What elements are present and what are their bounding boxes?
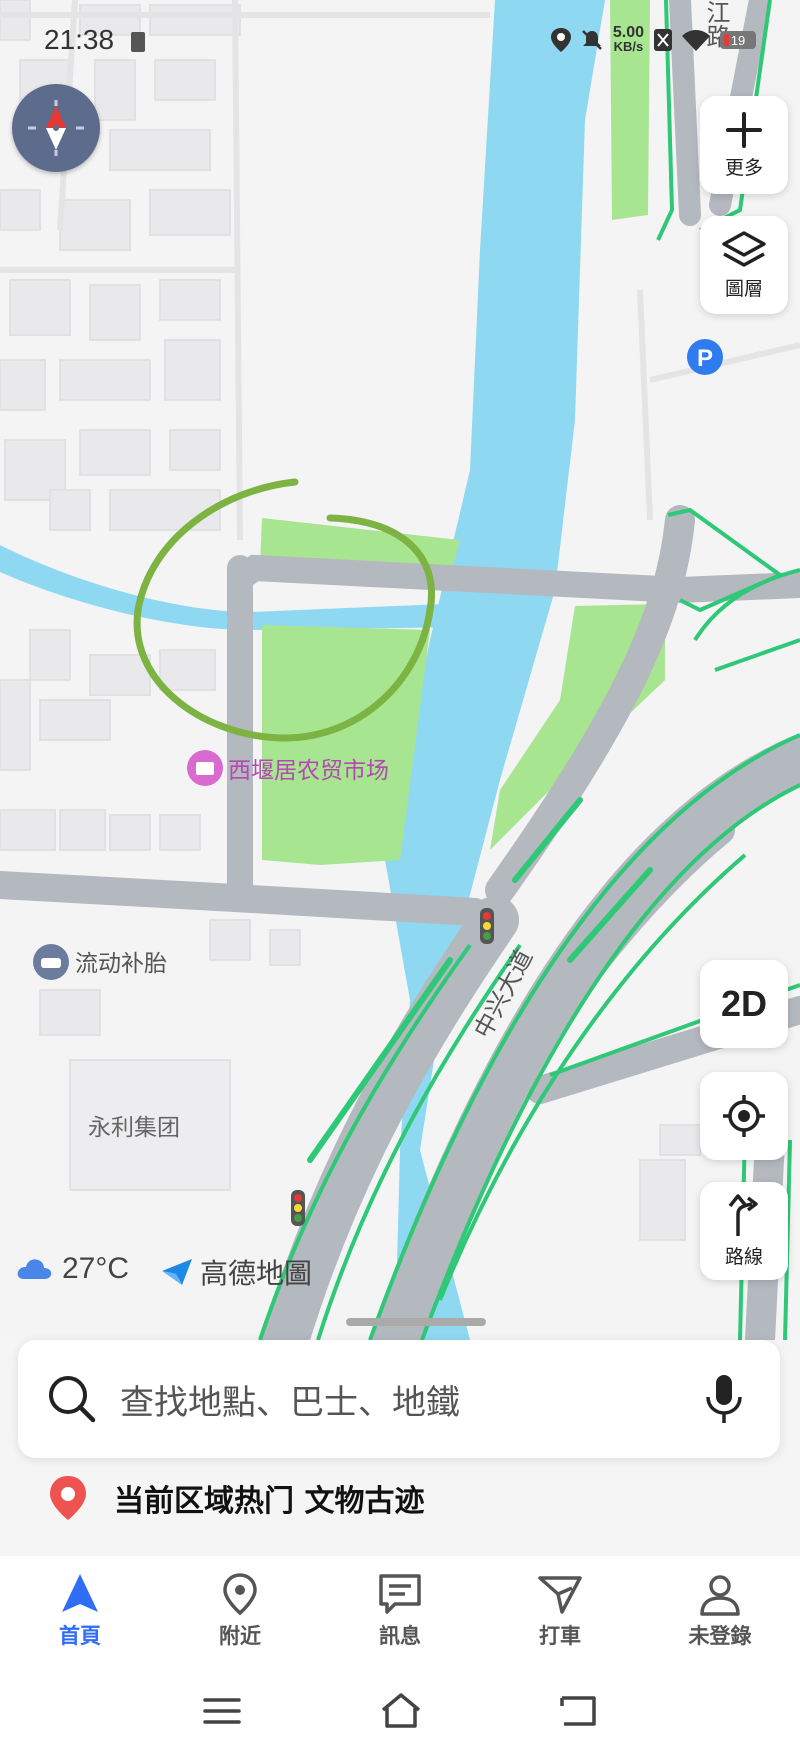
nav-taxi[interactable]: 打車 [480,1556,640,1666]
battery-level: 19 [730,32,746,48]
system-menu-button[interactable] [197,1686,247,1736]
microphone-icon[interactable] [704,1373,744,1425]
group-label[interactable]: 永利集团 [88,1115,180,1141]
locate-button[interactable] [700,1072,788,1160]
location-pin-icon [223,1573,257,1616]
market-poi-icon[interactable] [187,750,223,786]
plus-icon [726,111,762,148]
route-label: 路線 [724,1245,763,1268]
more-button[interactable]: 更多 [700,96,788,194]
parking-icon[interactable]: P [687,339,723,375]
locate-icon [723,1095,765,1137]
system-home-button[interactable] [376,1686,426,1736]
battery-saver-icon [131,32,145,52]
view-mode-label: 2D [720,983,768,1024]
layers-label: 圖層 [724,277,763,300]
sim-off-icon [654,29,672,51]
cloud-icon [17,1259,52,1279]
mute-icon [581,30,602,50]
search-placeholder[interactable]: 查找地點、巴士、地鐵 [120,1375,704,1424]
nav-profile-label: 未登錄 [688,1624,752,1648]
traffic-light-icon [480,908,494,944]
nav-home-label: 首頁 [59,1624,101,1648]
market-label[interactable]: 西堰居农贸市场 [228,758,389,784]
temperature: 27°C [62,1252,130,1285]
more-label: 更多 [724,156,763,179]
wifi-icon [682,30,710,51]
hot-region-text: 当前区域热门 文物古迹 [114,1484,425,1519]
location-status-icon [550,28,571,52]
amap-logo-text: 高德地圖 [200,1257,313,1290]
traffic-light-icon [291,1190,305,1226]
nav-nearby-label: 附近 [219,1624,261,1648]
status-time: 21:38 [44,24,115,55]
nav-nearby[interactable]: 附近 [160,1556,320,1666]
weather-widget[interactable]: 27°C [16,1252,129,1286]
map-canvas[interactable]: P 西堰居农贸市场 流动补胎 永利集团 中兴大道 江路 [0,0,800,1340]
navigation-arrow-icon [62,1574,98,1612]
car-service-poi-icon[interactable] [33,944,69,980]
home-icon [381,1693,421,1728]
drawer-handle[interactable] [346,1318,486,1326]
search-icon [49,1376,96,1423]
compass-button[interactable] [12,84,100,172]
route-button[interactable]: 路線 [700,1182,788,1280]
nav-messages[interactable]: 訊息 [320,1556,480,1666]
net-speed: 5.00 KB/s [612,24,644,54]
amap-logo: 高德地圖 [160,1252,312,1292]
tire-label[interactable]: 流动补胎 [75,951,167,977]
taxi-icon [538,1576,582,1614]
nav-taxi-label: 打車 [539,1624,581,1648]
view-mode-button[interactable]: 2D [700,960,788,1048]
net-speed-unit: KB/s [613,39,644,54]
battery-indicator: 19 [720,31,756,49]
compass-icon [28,100,84,156]
user-icon [700,1575,740,1616]
location-pin-icon [50,1476,86,1520]
status-icons: 5.00 KB/s 19 [550,24,756,54]
nav-profile[interactable]: 未登錄 [640,1556,800,1666]
nav-messages-label: 訊息 [379,1624,421,1648]
route-icon [728,1193,758,1236]
net-speed-value: 5.00 [612,24,644,41]
nav-home[interactable]: 首頁 [0,1556,160,1666]
layers-icon [722,230,766,267]
hot-region-banner[interactable]: 当前区域热门 文物古迹 [44,1474,424,1522]
message-icon [379,1574,421,1614]
system-nav-bar [0,1666,800,1760]
search-bar[interactable]: 查找地點、巴士、地鐵 [18,1340,780,1458]
menu-icon [203,1698,241,1724]
svg-text:P: P [697,345,713,372]
back-icon [560,1696,596,1726]
amap-logo-icon [162,1259,192,1285]
bottom-nav: 首頁 附近 訊息 打車 未登錄 [0,1556,800,1666]
system-back-button[interactable] [553,1686,603,1736]
layers-button[interactable]: 圖層 [700,216,788,314]
